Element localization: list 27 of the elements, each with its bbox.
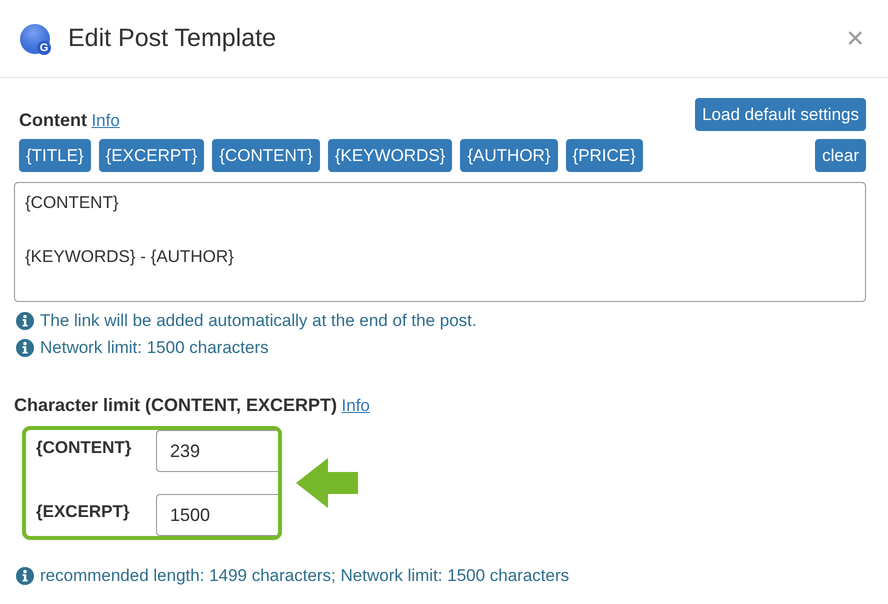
info-icon <box>16 312 34 330</box>
info-icon <box>16 338 34 356</box>
load-defaults-button[interactable]: Load default settings <box>695 98 866 131</box>
arrow-icon <box>296 458 358 508</box>
info-note: Network limit: 1500 characters <box>40 337 269 359</box>
info-link[interactable]: Info <box>91 111 120 130</box>
field-label: {CONTENT} <box>35 437 132 459</box>
clear-button[interactable]: clear <box>815 139 866 172</box>
logo-icon: G <box>20 24 50 54</box>
info-link[interactable]: Info <box>342 396 370 415</box>
placeholder-button[interactable]: {CONTENT} <box>212 139 320 172</box>
info-icon <box>16 566 34 584</box>
placeholder-button[interactable]: {AUTHOR} <box>460 139 558 172</box>
field-label: {EXCERPT} <box>35 501 131 523</box>
limit-input[interactable]: 239 <box>156 430 278 472</box>
limit-input[interactable]: 1500 <box>156 494 278 536</box>
placeholder-button[interactable]: {PRICE} <box>566 139 643 172</box>
section-label: Character limit (CONTENT, EXCERPT) <box>14 395 338 415</box>
placeholder-button[interactable]: {KEYWORDS} <box>328 139 452 172</box>
placeholder-button[interactable]: {TITLE} <box>19 139 91 172</box>
dialog-title: Edit Post Template <box>68 24 277 53</box>
content-textarea[interactable]: {CONTENT} {KEYWORDS} - {AUTHOR} <box>14 182 866 302</box>
info-note: The link will be added automatically at the end of the post. <box>40 310 477 332</box>
info-note: recommended length: 1499 characters; Network limit: 1500 characters <box>40 565 570 587</box>
placeholder-button[interactable]: {EXCERPT} <box>98 139 204 172</box>
close-button[interactable]: × <box>846 24 864 54</box>
section-label: Content <box>19 110 87 130</box>
